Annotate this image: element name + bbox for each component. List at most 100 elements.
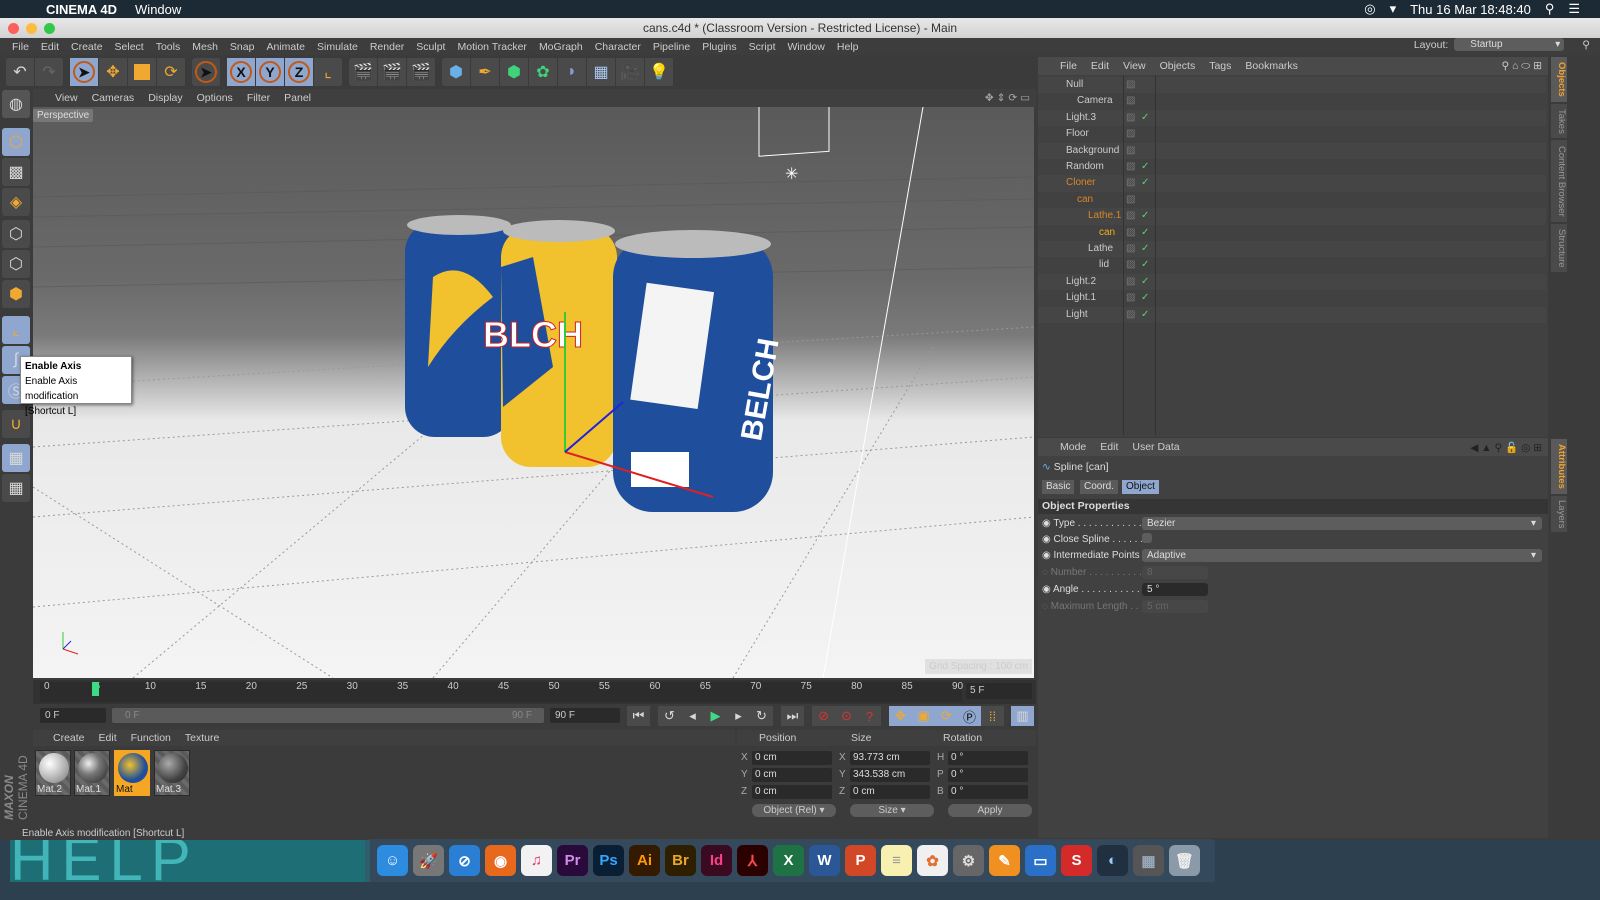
viewport-menu-cameras[interactable]: Cameras (92, 92, 135, 104)
position-x-field[interactable]: 0 cm (752, 751, 832, 765)
menu-simulate[interactable]: Simulate (317, 41, 358, 53)
layer-icon[interactable]: ▨ (1126, 225, 1135, 241)
record-point-level-button[interactable]: ⁞⁞ (981, 706, 1004, 726)
objects-menu-bookmarks[interactable]: Bookmarks (1245, 60, 1298, 72)
object-tree-row[interactable]: Background ▨ (1038, 142, 1546, 159)
menu-create[interactable]: Create (71, 41, 103, 53)
timeline-window-button[interactable]: ▥ (1011, 706, 1034, 726)
close-window-button[interactable] (8, 23, 19, 34)
layer-icon[interactable]: ▨ (1126, 290, 1135, 306)
minimize-window-button[interactable] (26, 23, 37, 34)
clock[interactable]: Thu 16 Mar 18:48:40 (1410, 2, 1531, 17)
workplane-mode-button[interactable]: ◈ (2, 188, 30, 216)
record-position-button[interactable]: ✥ (889, 706, 912, 726)
size-y-field[interactable]: 343.538 cm (850, 768, 930, 782)
rotation-p-field[interactable]: 0 ° (948, 768, 1028, 782)
object-tree-row[interactable]: Light ▨ ✓ (1038, 306, 1546, 323)
end-frame-field[interactable]: 90 F (550, 708, 620, 723)
menu-help[interactable]: Help (837, 41, 859, 53)
notification-center-icon[interactable]: ☰ (1568, 1, 1580, 17)
radio-icon[interactable]: ◉ (1042, 534, 1051, 545)
radio-icon[interactable]: ◉ (1042, 518, 1051, 529)
enabled-check-icon[interactable]: ✓ (1141, 290, 1149, 306)
go-to-start-button[interactable]: ⏮ (627, 706, 650, 726)
layer-icon[interactable]: ▨ (1126, 175, 1135, 191)
current-frame-field[interactable]: 5 F (966, 683, 1032, 699)
dock-app-powerpoint[interactable]: P (845, 845, 876, 876)
layer-icon[interactable]: ▨ (1126, 126, 1135, 142)
points-mode-button[interactable]: ⬡ (2, 220, 30, 248)
tab-objects[interactable]: Objects (1551, 57, 1567, 102)
dock-app-photos[interactable]: ✿ (917, 845, 948, 876)
enabled-check-icon[interactable]: ✓ (1141, 159, 1149, 175)
dock-app-safari[interactable]: ⊘ (449, 845, 480, 876)
layer-icon[interactable]: ▨ (1126, 307, 1135, 323)
dock-app-pages[interactable]: ✎ (989, 845, 1020, 876)
y-axis-lock-button[interactable]: Y (256, 58, 285, 86)
coordinate-mode-dropdown[interactable]: Object (Rel) ▾ (752, 804, 836, 817)
apply-button[interactable]: Apply (948, 804, 1032, 817)
dock-app-screenshots[interactable]: ▦ (1133, 845, 1164, 876)
material-swatch[interactable]: Mat.3 (154, 750, 190, 796)
wifi-icon[interactable]: ▾ (1390, 1, 1397, 17)
object-tree-row[interactable]: can ▨ ✓ (1038, 224, 1546, 241)
subdivision-surface-button[interactable]: ⬢ (500, 58, 529, 86)
tab-structure[interactable]: Structure (1551, 224, 1567, 272)
timeline-ruler[interactable]: 051015202530354045505560657075808590 (40, 681, 963, 702)
render-settings-button[interactable]: 🎬 (407, 58, 436, 86)
rotate-tool-button[interactable]: ⟳ (157, 58, 186, 86)
menu-pipeline[interactable]: Pipeline (653, 41, 690, 53)
pen-tool-button[interactable]: ✒ (471, 58, 500, 86)
dock-app-sketchup[interactable]: S (1061, 845, 1092, 876)
viewport-menu-display[interactable]: Display (148, 92, 182, 104)
menu-window[interactable]: Window (788, 41, 825, 53)
material-swatch[interactable]: Mat.2 (35, 750, 71, 796)
rotation-h-field[interactable]: 0 ° (948, 751, 1028, 765)
enable-axis-button[interactable]: ⌞ (2, 316, 30, 344)
enabled-check-icon[interactable]: ✓ (1141, 257, 1149, 273)
object-tree-row[interactable]: lid ▨ ✓ (1038, 257, 1546, 274)
enabled-check-icon[interactable]: ✓ (1141, 175, 1149, 191)
attr-menu-edit[interactable]: Edit (1100, 441, 1118, 453)
menu-edit[interactable]: Edit (41, 41, 59, 53)
object-tree-row[interactable]: Light.3 ▨ ✓ (1038, 109, 1546, 127)
autokeying-button[interactable]: ⊙ (835, 706, 858, 726)
make-editable-button[interactable]: ◍ (2, 90, 30, 118)
dock-app-keynote[interactable]: ▭ (1025, 845, 1056, 876)
go-to-end-button[interactable]: ⏭ (781, 706, 804, 726)
light-button[interactable]: 💡 (645, 58, 674, 86)
render-view-button[interactable]: 🎬 (349, 58, 378, 86)
object-tree-row[interactable]: Camera ▨ (1038, 93, 1546, 110)
layout-dropdown[interactable]: Startup ▾ (1454, 38, 1565, 51)
attr-toolbar-icons[interactable]: ◀ ▲ ⚲ 🔓 ◎ ⊞ (1470, 441, 1542, 454)
menu-render[interactable]: Render (370, 41, 404, 53)
dock-app-bridge[interactable]: Br (665, 845, 696, 876)
rotation-b-field[interactable]: 0 ° (948, 785, 1028, 799)
layer-icon[interactable]: ▨ (1126, 77, 1135, 93)
tab-attributes[interactable]: Attributes (1551, 439, 1567, 494)
material-menu-texture[interactable]: Texture (185, 732, 219, 744)
render-to-picture-viewer-button[interactable]: 🎬 (378, 58, 407, 86)
3d-viewport[interactable]: ✳ BLCH BELCH Perspective Grid Spacing: … (33, 107, 1034, 678)
tab-basic[interactable]: Basic (1042, 480, 1075, 494)
layer-icon[interactable]: ▨ (1126, 143, 1135, 159)
dock-app-firefox[interactable]: ◉ (485, 845, 516, 876)
dock-app-excel[interactable]: X (773, 845, 804, 876)
polygons-mode-button[interactable]: ⬢ (2, 280, 30, 308)
menu-select[interactable]: Select (115, 41, 144, 53)
go-to-previous-key-button[interactable]: ↺ (658, 706, 681, 726)
creative-cloud-icon[interactable]: ◎ (1364, 1, 1375, 17)
dock-app-word[interactable]: W (809, 845, 840, 876)
menu-snap[interactable]: Snap (230, 41, 255, 53)
enabled-check-icon[interactable]: ✓ (1141, 274, 1149, 290)
angle-field[interactable]: 5 ° (1142, 583, 1208, 596)
deformer-button[interactable]: ◗ (558, 58, 587, 86)
menu-plugins[interactable]: Plugins (702, 41, 736, 53)
dock-app-acrobat[interactable]: ⅄ (737, 845, 768, 876)
intermediate-points-dropdown[interactable]: Adaptive ▾ (1142, 549, 1542, 562)
objects-menu-tags[interactable]: Tags (1209, 60, 1231, 72)
cloner-button[interactable]: ✿ (529, 58, 558, 86)
tab-coord[interactable]: Coord. (1080, 480, 1119, 494)
recent-tool-button[interactable]: ➤ (192, 58, 221, 86)
spotlight-search-icon[interactable]: ⚲ (1545, 1, 1555, 17)
